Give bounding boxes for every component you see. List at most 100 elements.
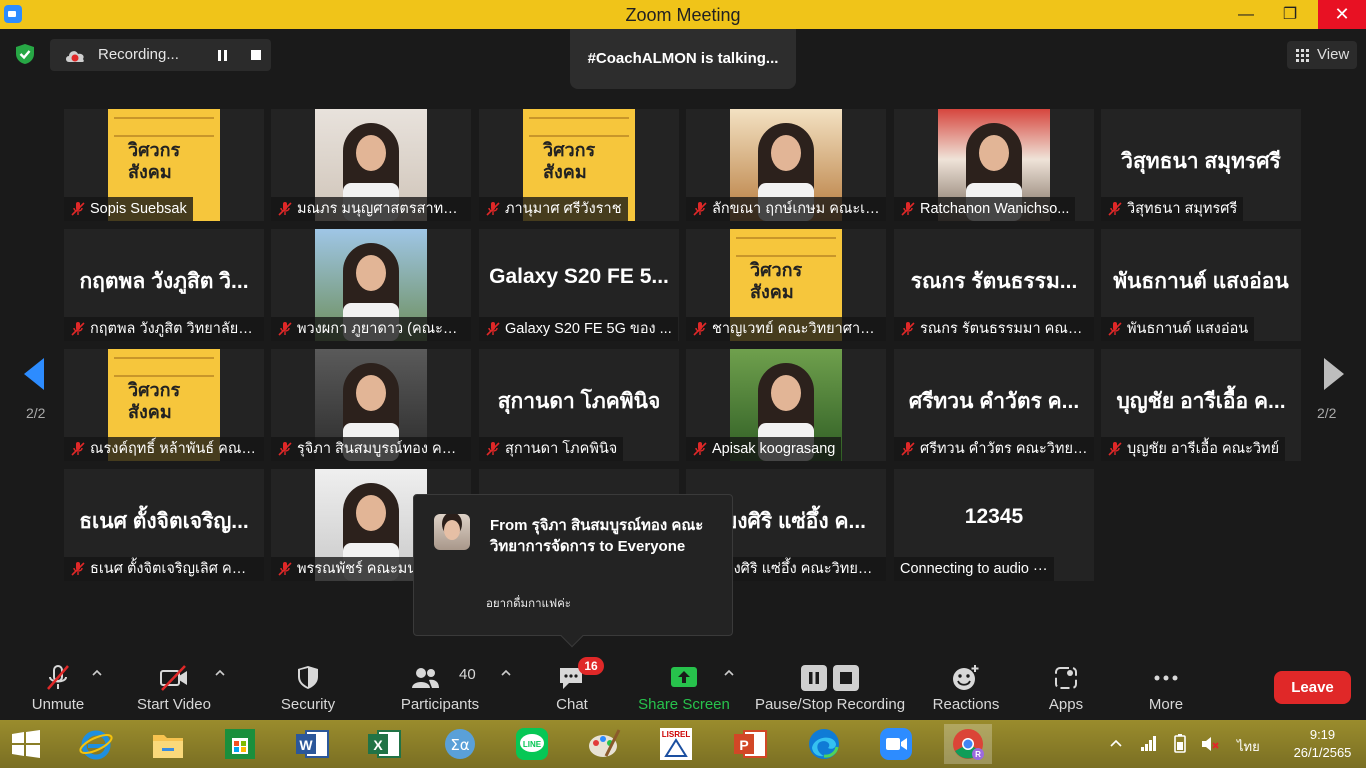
participant-name: ธเนศ ตั้งจิตเจริญเลิศ คณะเ... bbox=[90, 561, 264, 577]
network-signal-icon[interactable] bbox=[1140, 734, 1158, 752]
recording-label: Recording... bbox=[98, 46, 179, 63]
show-hidden-icons-chevron-icon[interactable] bbox=[1110, 738, 1122, 748]
view-button[interactable]: View bbox=[1287, 41, 1357, 69]
participant-name: รุจิภา สินสมบูรณ์ทอง คณะ... bbox=[297, 441, 471, 457]
reactions-button[interactable]: Reactions bbox=[928, 660, 1004, 718]
participants-button[interactable]: 40 Participants bbox=[395, 660, 485, 718]
logo-banner bbox=[529, 117, 629, 137]
participant-tile[interactable]: วิศวกร สังคม Sopis Suebsak bbox=[64, 109, 264, 221]
excel-icon[interactable]: X bbox=[360, 724, 408, 764]
video-options-chevron-icon[interactable] bbox=[215, 668, 225, 678]
participant-name-label: ศรีทวน คำวัตร คณะวิทยา... bbox=[894, 437, 1094, 461]
start-video-button[interactable]: Start Video bbox=[130, 660, 218, 718]
participant-tile[interactable]: ธเนศ ตั้งจิตเจริญ... ธเนศ ตั้งจิตเจริญเลิ… bbox=[64, 469, 264, 581]
participant-display-name: กฤตพล วังภูสิต วิ... bbox=[79, 270, 249, 293]
paint-icon[interactable] bbox=[580, 724, 628, 764]
participant-face bbox=[356, 135, 386, 171]
participants-options-chevron-icon[interactable] bbox=[501, 668, 511, 678]
participant-tile[interactable]: บุญชัย อารีเอื้อ ค... บุญชัย อารีเอื้อ คณ… bbox=[1101, 349, 1301, 461]
apps-button[interactable]: Apps bbox=[1036, 660, 1096, 718]
participant-name: พวงผกา ภูยาดาว (คณะวิท... bbox=[297, 321, 471, 337]
participant-tile[interactable]: วิสุทธนา สมุทรศรี วิสุทธนา สมุทรศรี bbox=[1101, 109, 1301, 221]
maximize-button[interactable]: ❐ bbox=[1268, 0, 1312, 29]
participant-name: ชาญเวทย์ คณะวิทยาศาสตร์ bbox=[712, 321, 886, 337]
system-clock[interactable]: 9:19 26/1/2565 bbox=[1285, 726, 1360, 762]
participant-name: กฤตพล วังภูสิต วิทยาลัยก... bbox=[90, 321, 260, 337]
math-app-icon[interactable]: Σα bbox=[436, 724, 484, 764]
participant-name-label: พันธกานต์ แสงอ่อน bbox=[1101, 317, 1255, 341]
next-page-arrow-icon[interactable] bbox=[1318, 354, 1348, 394]
share-options-chevron-icon[interactable] bbox=[724, 668, 734, 678]
windows-start-icon[interactable] bbox=[10, 729, 42, 759]
pause-stop-recording-button[interactable]: Pause/Stop Recording bbox=[752, 660, 908, 718]
participant-tile[interactable]: วิศวกร สังคมณรงค์ฤทธิ์ หล้าพันธ์ คณะว... bbox=[64, 349, 264, 461]
participant-tile[interactable]: พวงผกา ภูยาดาว (คณะวิท... bbox=[271, 229, 471, 341]
svg-text:LISREL: LISREL bbox=[662, 730, 691, 739]
powerpoint-icon[interactable]: P bbox=[726, 724, 774, 764]
pause-recording-button[interactable] bbox=[206, 39, 238, 71]
input-language[interactable]: ไทย bbox=[1237, 736, 1260, 757]
participant-tile[interactable]: วิศวกร สังคม ชาญเวทย์ คณะวิทยาศาสตร์ bbox=[686, 229, 886, 341]
sender-avatar bbox=[434, 514, 470, 550]
chat-message-popup[interactable]: From รุจิภา สินสมบูรณ์ทอง คณะวิทยาการจัด… bbox=[413, 494, 733, 648]
close-button[interactable]: ✕ bbox=[1318, 0, 1366, 29]
line-icon[interactable]: LINE bbox=[508, 724, 556, 764]
microphone-muted-icon bbox=[486, 202, 500, 216]
participant-name-label: ลักขณา ฤกษ์เกษม คณะเท... bbox=[686, 197, 886, 221]
shield-check-icon[interactable] bbox=[14, 43, 36, 65]
file-explorer-icon[interactable] bbox=[144, 724, 192, 764]
logo-banner bbox=[736, 237, 836, 257]
social-engineer-logo: วิศวกร สังคม bbox=[128, 380, 181, 422]
participant-display-name: ศรีทวน คำวัตร ค... bbox=[908, 390, 1080, 413]
participant-tile[interactable]: Ratchanon Wanichso... bbox=[894, 109, 1094, 221]
participant-tile[interactable]: ลักขณา ฤกษ์เกษม คณะเท... bbox=[686, 109, 886, 221]
participant-name-label: พวงผกา ภูยาดาว (คณะวิท... bbox=[271, 317, 471, 341]
edge-icon[interactable] bbox=[800, 724, 848, 764]
chrome-icon[interactable]: R bbox=[944, 724, 992, 764]
apps-icon bbox=[1055, 667, 1077, 689]
word-icon[interactable]: W bbox=[288, 724, 336, 764]
microsoft-store-icon[interactable] bbox=[216, 724, 264, 764]
zoom-taskbar-icon[interactable] bbox=[872, 724, 920, 764]
more-button[interactable]: More bbox=[1136, 660, 1196, 718]
participant-tile[interactable]: รุจิภา สินสมบูรณ์ทอง คณะ... bbox=[271, 349, 471, 461]
lisrel-icon[interactable]: LISREL bbox=[652, 724, 700, 764]
participant-tile[interactable]: รณกร รัตนธรรม... รณกร รัตนธรรมมา คณะวิ... bbox=[894, 229, 1094, 341]
participant-tile[interactable]: วิศวกร สังคม ภานุมาศ ศรีวังราช bbox=[479, 109, 679, 221]
participant-name-label: รณกร รัตนธรรมมา คณะวิ... bbox=[894, 317, 1094, 341]
pause-stop-recording-label: Pause/Stop Recording bbox=[754, 696, 906, 713]
minimize-button[interactable]: — bbox=[1224, 0, 1268, 29]
microphone-muted-icon bbox=[71, 442, 85, 456]
video-camera-off-icon bbox=[160, 665, 187, 691]
participant-name: รณกร รัตนธรรมมา คณะวิ... bbox=[920, 321, 1094, 337]
participant-tile[interactable]: Apisak koograsang bbox=[686, 349, 886, 461]
security-label: Security bbox=[280, 696, 336, 713]
previous-page-arrow-icon[interactable] bbox=[20, 354, 50, 394]
participant-name-label: ณรงค์ฤทธิ์ หล้าพันธ์ คณะว... bbox=[64, 437, 264, 461]
participant-tile[interactable]: มณภร มนุญศาสตรสาทร ... bbox=[271, 109, 471, 221]
participant-face bbox=[771, 375, 801, 411]
participant-tile[interactable]: สุกานดา โภคพินิจ สุกานดา โภคพินิจ bbox=[479, 349, 679, 461]
logo-banner bbox=[114, 357, 214, 377]
share-screen-label: Share Screen bbox=[638, 696, 730, 713]
battery-icon[interactable] bbox=[1170, 733, 1190, 753]
participant-tile[interactable]: 12345 Connecting to audio ··· bbox=[894, 469, 1094, 581]
logo-banner bbox=[114, 117, 214, 137]
participant-tile[interactable]: พันธกานต์ แสงอ่อน พันธกานต์ แสงอ่อน bbox=[1101, 229, 1301, 341]
participant-name-label: Ratchanon Wanichso... bbox=[894, 197, 1076, 221]
participant-tile[interactable]: กฤตพล วังภูสิต วิ... กฤตพล วังภูสิต วิทยา… bbox=[64, 229, 264, 341]
speaker-muted-icon[interactable] bbox=[1200, 734, 1220, 754]
participant-tile[interactable]: ศรีทวน คำวัตร ค... ศรีทวน คำวัตร คณะวิทยา… bbox=[894, 349, 1094, 461]
stop-recording-button[interactable] bbox=[240, 39, 272, 71]
shield-icon bbox=[298, 666, 318, 689]
share-screen-button[interactable]: Share Screen bbox=[636, 660, 732, 718]
internet-explorer-icon[interactable] bbox=[72, 724, 120, 764]
microphone-muted-icon bbox=[71, 202, 85, 216]
unmute-button[interactable]: Unmute bbox=[22, 660, 94, 718]
security-button[interactable]: Security bbox=[272, 660, 344, 718]
participant-tile[interactable]: Galaxy S20 FE 5... Galaxy S20 FE 5G ของ .… bbox=[479, 229, 679, 341]
clock-date: 26/1/2565 bbox=[1293, 745, 1352, 760]
audio-options-chevron-icon[interactable] bbox=[92, 668, 102, 678]
leave-button[interactable]: Leave bbox=[1274, 671, 1351, 704]
reactions-label: Reactions bbox=[932, 696, 1000, 713]
